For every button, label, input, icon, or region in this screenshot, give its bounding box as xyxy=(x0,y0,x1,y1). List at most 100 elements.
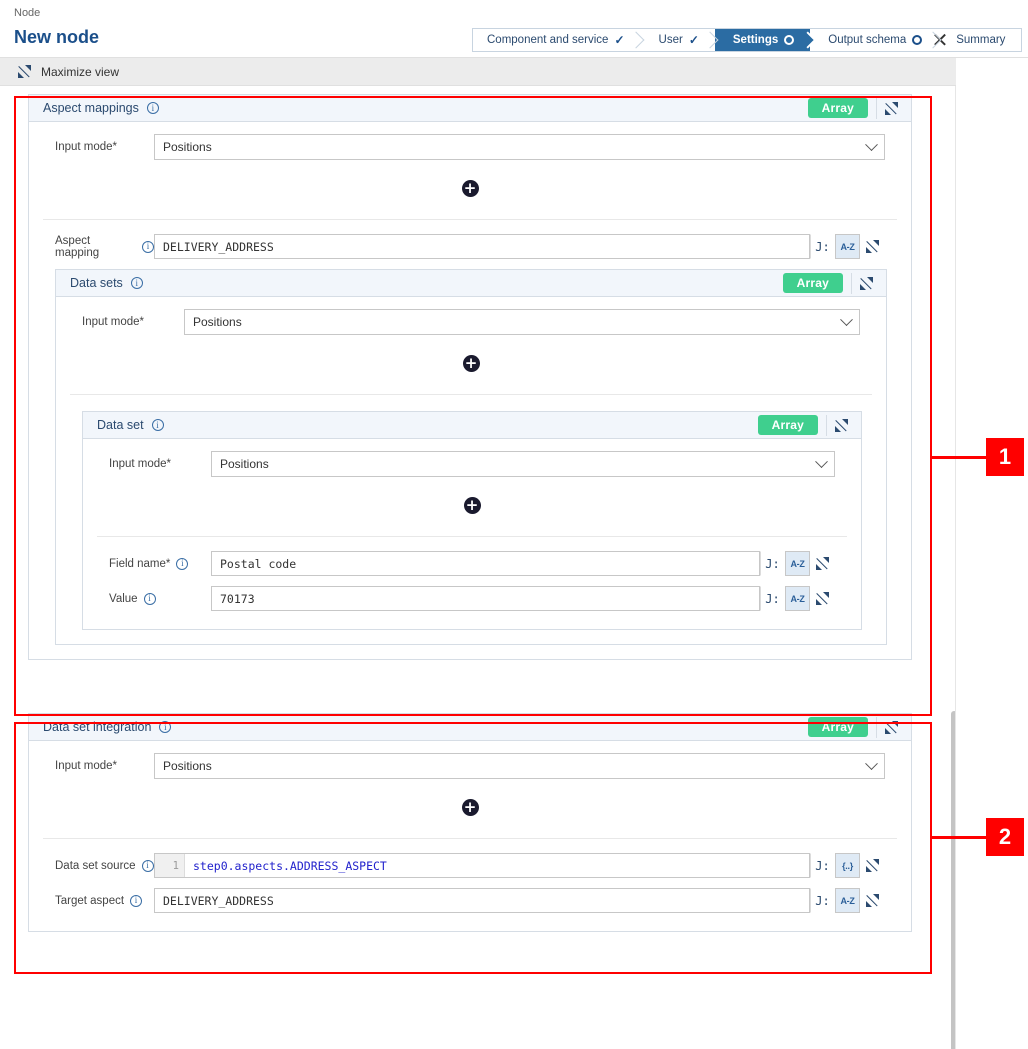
maximize-view-bar[interactable]: Maximize view xyxy=(0,58,956,86)
expand-icon xyxy=(885,101,898,115)
expand-panel-button[interactable] xyxy=(851,272,881,294)
panel-title: Aspect mappings xyxy=(43,101,139,115)
field-name-input[interactable]: Postal code xyxy=(211,551,760,576)
data-set-source-value: step0.aspects.ADDRESS_ASPECT xyxy=(193,858,387,873)
jq-icon: J: xyxy=(765,556,780,571)
wizard-step-user[interactable]: User ✓ xyxy=(640,29,715,51)
row-input-mode: Input mode* Positions xyxy=(83,439,861,477)
input-mode-label: Input mode* xyxy=(82,316,145,328)
az-toggle-button[interactable]: A-Z xyxy=(835,888,860,913)
info-icon[interactable]: i xyxy=(159,721,172,733)
input-mode-select[interactable]: Positions xyxy=(154,753,885,779)
input-mode-select[interactable]: Positions xyxy=(154,134,885,160)
expand-field-button[interactable] xyxy=(860,234,885,259)
expand-panel-button[interactable] xyxy=(876,97,906,119)
vertical-scrollbar[interactable] xyxy=(951,711,955,1049)
jq-icon-button[interactable]: J: xyxy=(810,234,835,259)
code-toggle-button[interactable]: {..} xyxy=(835,853,860,878)
wizard-step-component-and-service[interactable]: Component and service ✓ xyxy=(473,29,641,51)
input-mode-value: Positions xyxy=(163,140,212,154)
info-icon[interactable]: i xyxy=(130,894,143,907)
az-toggle-button[interactable]: A-Z xyxy=(835,234,860,259)
value-input[interactable]: 70173 xyxy=(211,586,760,611)
info-icon[interactable]: i xyxy=(141,859,154,872)
input-mode-value: Positions xyxy=(220,457,269,471)
aspect-mapping-label: Aspect mapping i xyxy=(29,235,154,259)
expand-field-button[interactable] xyxy=(860,853,885,878)
panel-body-aspect-mappings: Input mode* Positions + Aspect mapping i xyxy=(29,122,911,645)
info-icon[interactable]: i xyxy=(142,240,154,253)
settings-form-canvas: Aspect mappings i Array Input mode* Posi… xyxy=(0,86,956,1049)
target-aspect-input[interactable]: DELIVERY_ADDRESS xyxy=(154,888,810,913)
info-icon[interactable]: i xyxy=(151,419,164,431)
aspect-mapping-input[interactable]: DELIVERY_ADDRESS xyxy=(154,234,810,259)
target-aspect-label: Target aspect i xyxy=(29,894,154,907)
add-row-wrapper: + xyxy=(56,335,886,394)
panel-title: Data sets xyxy=(70,276,123,290)
expand-icon xyxy=(866,859,879,872)
jq-icon: J: xyxy=(765,591,780,606)
add-item-button[interactable]: + xyxy=(461,799,479,816)
annotation-leader-1 xyxy=(930,456,986,459)
panel-header-data-set: Data set i Array xyxy=(83,412,861,439)
az-icon: A-Z xyxy=(840,895,855,906)
label-text: Value xyxy=(109,592,138,605)
field-action-buttons: J: A-Z xyxy=(760,551,835,576)
jq-icon-button[interactable]: J: xyxy=(760,551,785,576)
add-item-button[interactable]: + xyxy=(461,180,479,197)
label-text: Data set source xyxy=(55,859,136,872)
az-icon: A-Z xyxy=(840,241,855,252)
panel-body-data-sets: Input mode* Positions + Data set i Array… xyxy=(56,297,886,630)
panel-data-sets: Data sets i Array Input mode* Positions … xyxy=(55,269,887,645)
az-toggle-button[interactable]: A-Z xyxy=(785,586,810,611)
circle-icon xyxy=(912,35,923,45)
chevron-down-icon xyxy=(865,756,878,770)
add-row-wrapper: + xyxy=(29,160,911,219)
data-set-source-editor[interactable]: 1 step0.aspects.ADDRESS_ASPECT xyxy=(154,853,810,878)
jq-icon-button[interactable]: J: xyxy=(810,853,835,878)
label-text: Field name* xyxy=(109,557,171,570)
row-input-mode: Input mode* Positions xyxy=(29,741,911,779)
array-badge: Array xyxy=(807,717,868,737)
add-item-button[interactable]: + xyxy=(462,355,480,372)
breadcrumb: Node xyxy=(14,7,41,19)
panel-header-data-set-integration: Data set integration i Array xyxy=(29,714,911,741)
info-icon[interactable]: i xyxy=(130,277,143,289)
expand-panel-button[interactable] xyxy=(876,716,906,738)
field-action-buttons: J: A-Z xyxy=(810,888,885,913)
array-badge: Array xyxy=(782,273,843,293)
add-item-button[interactable]: + xyxy=(463,497,481,514)
divider xyxy=(70,394,872,395)
wizard-step-settings[interactable]: Settings xyxy=(714,29,811,51)
annotation-badge-1: 1 xyxy=(986,438,1024,476)
az-icon: A-Z xyxy=(790,593,805,604)
expand-icon xyxy=(816,557,829,570)
expand-field-button[interactable] xyxy=(810,551,835,576)
panel-header-data-sets: Data sets i Array xyxy=(56,270,886,297)
field-action-buttons: J: A-Z xyxy=(810,234,885,259)
expand-panel-button[interactable] xyxy=(826,414,856,436)
info-icon[interactable]: i xyxy=(176,557,189,570)
chevron-down-icon xyxy=(840,312,853,326)
az-toggle-button[interactable]: A-Z xyxy=(785,551,810,576)
info-icon[interactable]: i xyxy=(143,592,156,605)
input-mode-select[interactable]: Positions xyxy=(184,309,860,335)
az-icon: A-Z xyxy=(790,558,805,569)
jq-icon-button[interactable]: J: xyxy=(810,888,835,913)
expand-field-button[interactable] xyxy=(860,888,885,913)
panel-body-data-set: Input mode* Positions + Field name* i Po… xyxy=(83,439,861,629)
wizard-step-output-schema[interactable]: Output schema xyxy=(810,29,939,51)
expand-icon xyxy=(866,894,879,907)
expand-icon xyxy=(885,720,898,734)
input-mode-label: Input mode* xyxy=(109,458,172,470)
row-input-mode: Input mode* Positions xyxy=(29,122,911,160)
expand-field-button[interactable] xyxy=(810,586,835,611)
input-mode-label: Input mode* xyxy=(55,141,118,153)
label-text: Aspect mapping xyxy=(55,234,100,259)
jq-icon-button[interactable]: J: xyxy=(760,586,785,611)
info-icon[interactable]: i xyxy=(146,102,159,114)
annotation-leader-2 xyxy=(930,836,986,839)
row-target-aspect: Target aspect i DELIVERY_ADDRESS J: A-Z xyxy=(29,883,911,931)
field-action-buttons: J: {..} xyxy=(810,853,885,878)
input-mode-select[interactable]: Positions xyxy=(211,451,835,477)
